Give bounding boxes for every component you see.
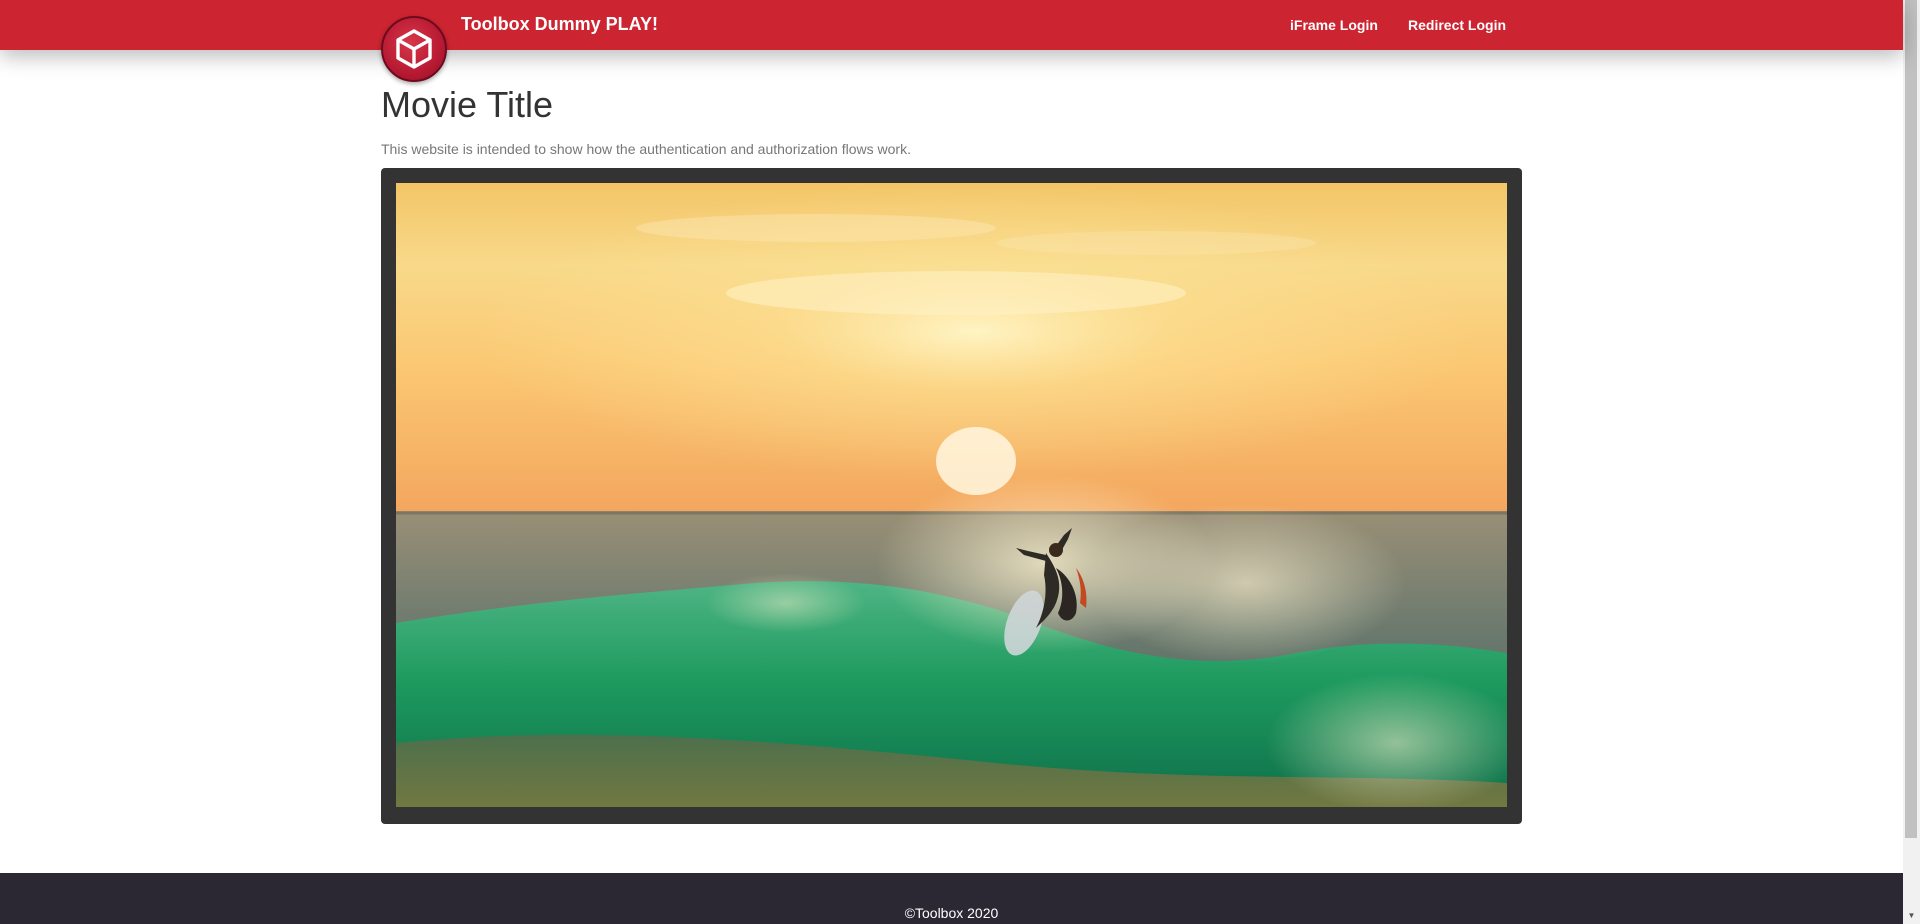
scroll-down-arrow-icon[interactable]: ▼ [1903,907,1920,924]
footer: ©Toolbox 2020 [0,873,1903,924]
iframe-login-link[interactable]: iFrame Login [1290,17,1378,33]
cube-icon [396,29,432,69]
page-title: Movie Title [381,84,554,125]
brand-name[interactable]: Toolbox Dummy PLAY! [461,14,658,35]
top-navbar: Toolbox Dummy PLAY! iFrame Login Redirec… [0,0,1903,50]
page-description: This website is intended to show how the… [381,141,911,157]
logo[interactable] [381,16,447,82]
page-scrollbar[interactable]: ▼ [1903,0,1920,924]
copyright-text: ©Toolbox 2020 [904,905,999,921]
video-thumbnail[interactable] [396,183,1507,807]
scrollbar-thumb[interactable] [1905,0,1917,838]
video-player [381,168,1522,824]
redirect-login-link[interactable]: Redirect Login [1408,17,1506,33]
